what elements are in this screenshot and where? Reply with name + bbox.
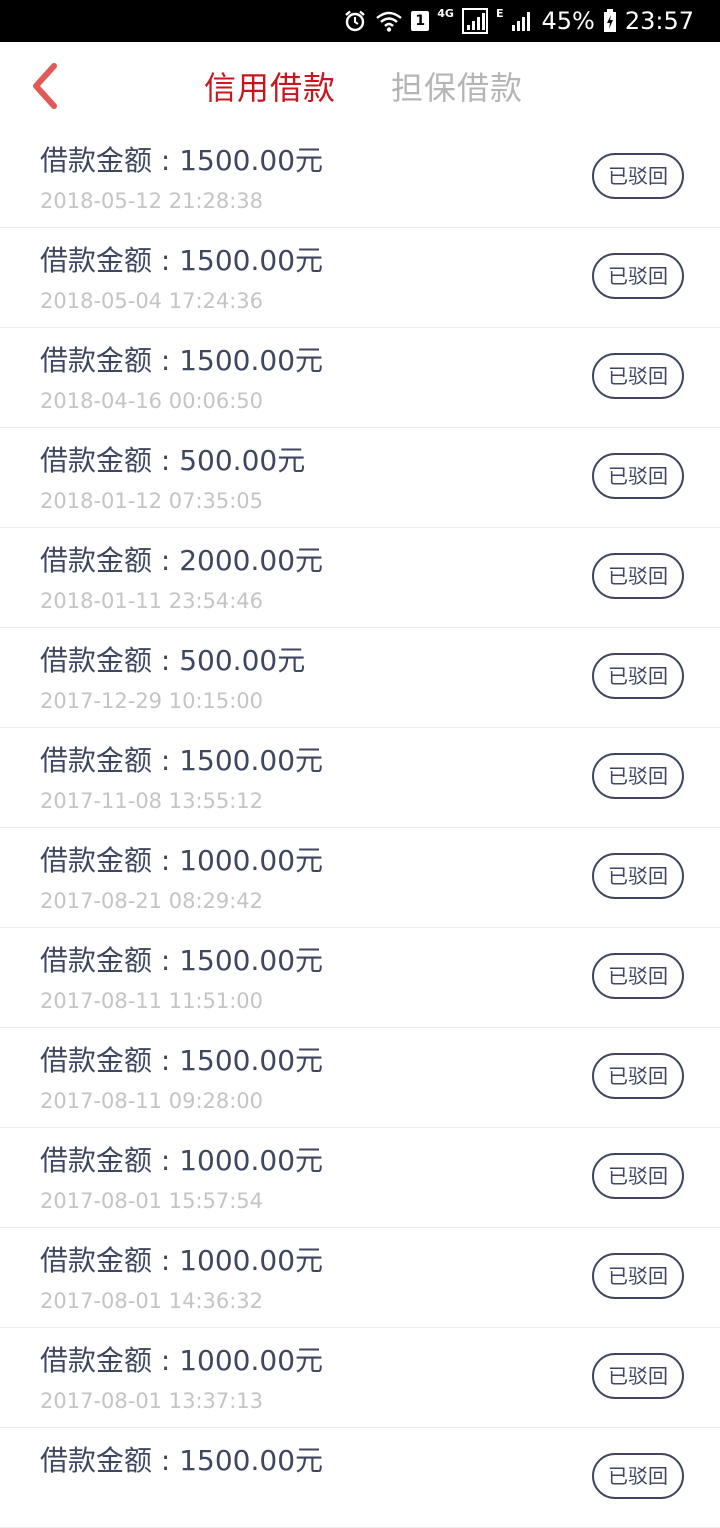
list-item[interactable]: 借款金额 : 1000.00元 2017-08-01 14:36:32 已驳回 [0,1228,720,1328]
status-badge[interactable]: 已驳回 [592,953,684,999]
loan-date: 2017-08-21 08:29:42 [40,889,264,913]
status-badge[interactable]: 已驳回 [592,1353,684,1399]
status-badge[interactable]: 已驳回 [592,1253,684,1299]
loan-amount: 借款金额 : 500.00元 [40,444,306,477]
loan-amount: 借款金额 : 1000.00元 [40,1144,324,1177]
status-badge[interactable]: 已驳回 [592,553,684,599]
list-item[interactable]: 借款金额 : 1500.00元 2017-08-11 11:51:00 已驳回 [0,928,720,1028]
status-badge[interactable]: 已驳回 [592,153,684,199]
back-button[interactable] [22,60,66,112]
status-badge[interactable]: 已驳回 [592,253,684,299]
status-badge[interactable]: 已驳回 [592,1153,684,1199]
sim-icon: 1 [411,11,430,31]
status-time: 23:57 [624,7,694,35]
alarm-icon [343,9,367,33]
loan-date: 2018-04-16 00:06:50 [40,389,264,413]
list-item[interactable]: 借款金额 : 1500.00元 2017-11-08 13:55:12 已驳回 [0,728,720,828]
loan-amount: 借款金额 : 1500.00元 [40,344,324,377]
loan-amount: 借款金额 : 1500.00元 [40,944,324,977]
loan-amount: 借款金额 : 1500.00元 [40,1444,324,1477]
loan-date: 2017-08-01 13:37:13 [40,1389,264,1413]
list-item[interactable]: 借款金额 : 1500.00元 2018-05-12 21:28:38 已驳回 [0,128,720,228]
loan-amount: 借款金额 : 500.00元 [40,644,306,677]
loan-date: 2017-11-08 13:55:12 [40,789,264,813]
status-badge[interactable]: 已驳回 [592,453,684,499]
list-item[interactable]: 借款金额 : 1000.00元 2017-08-21 08:29:42 已驳回 [0,828,720,928]
status-badge[interactable]: 已驳回 [592,853,684,899]
signal-icon [461,8,488,34]
loan-amount: 借款金额 : 1500.00元 [40,244,324,277]
status-bar: 1 4G E 45% 23:57 [0,0,720,42]
status-badge[interactable]: 已驳回 [592,753,684,799]
list-item[interactable]: 借款金额 : 500.00元 2017-12-29 10:15:00 已驳回 [0,628,720,728]
loan-list: 借款金额 : 1500.00元 2018-05-12 21:28:38 已驳回 … [0,128,720,1528]
tab-guarantee-loan[interactable]: 担保借款 [391,66,523,110]
battery-icon [603,9,617,33]
loan-amount: 借款金额 : 1500.00元 [40,1044,324,1077]
loan-date: 2017-08-01 14:36:32 [40,1289,264,1313]
tab-credit-loan[interactable]: 信用借款 [204,66,336,110]
loan-amount: 借款金额 : 1000.00元 [40,844,324,877]
network-e-label: E [495,6,504,20]
list-item[interactable]: 借款金额 : 1500.00元 2018-05-04 17:24:36 已驳回 [0,228,720,328]
list-item[interactable]: 借款金额 : 1500.00元 已驳回 [0,1428,720,1528]
wifi-icon [375,9,403,33]
battery-percent: 45% [541,7,595,35]
list-item[interactable]: 借款金额 : 1500.00元 2017-08-11 09:28:00 已驳回 [0,1028,720,1128]
list-item[interactable]: 借款金额 : 1500.00元 2018-04-16 00:06:50 已驳回 [0,328,720,428]
header: 信用借款 担保借款 [0,42,720,132]
loan-amount: 借款金额 : 1500.00元 [40,144,324,177]
loan-date: 2017-12-29 10:15:00 [40,689,264,713]
loan-date: 2017-08-11 09:28:00 [40,1089,264,1113]
loan-date: 2017-08-11 11:51:00 [40,989,264,1013]
list-item[interactable]: 借款金额 : 1000.00元 2017-08-01 13:37:13 已驳回 [0,1328,720,1428]
loan-amount: 借款金额 : 1000.00元 [40,1344,324,1377]
loan-date: 2018-05-12 21:28:38 [40,189,264,213]
status-badge[interactable]: 已驳回 [592,353,684,399]
loan-amount: 借款金额 : 1500.00元 [40,744,324,777]
network-4g-label: 4G [437,6,454,20]
status-badge[interactable]: 已驳回 [592,653,684,699]
loan-date: 2018-01-12 07:35:05 [40,489,264,513]
status-badge[interactable]: 已驳回 [592,1053,684,1099]
loan-amount: 借款金额 : 1000.00元 [40,1244,324,1277]
loan-date: 2018-01-11 23:54:46 [40,589,264,613]
loan-date: 2018-05-04 17:24:36 [40,289,264,313]
list-item[interactable]: 借款金额 : 1000.00元 2017-08-01 15:57:54 已驳回 [0,1128,720,1228]
list-item[interactable]: 借款金额 : 2000.00元 2018-01-11 23:54:46 已驳回 [0,528,720,628]
status-badge[interactable]: 已驳回 [592,1453,684,1499]
status-icons: 1 4G E 45% 23:57 [343,0,694,42]
loan-amount: 借款金额 : 2000.00元 [40,544,324,577]
loan-date: 2017-08-01 15:57:54 [40,1189,264,1213]
list-item[interactable]: 借款金额 : 500.00元 2018-01-12 07:35:05 已驳回 [0,428,720,528]
signal-icon-secondary [511,10,533,32]
chevron-left-icon [33,63,57,109]
